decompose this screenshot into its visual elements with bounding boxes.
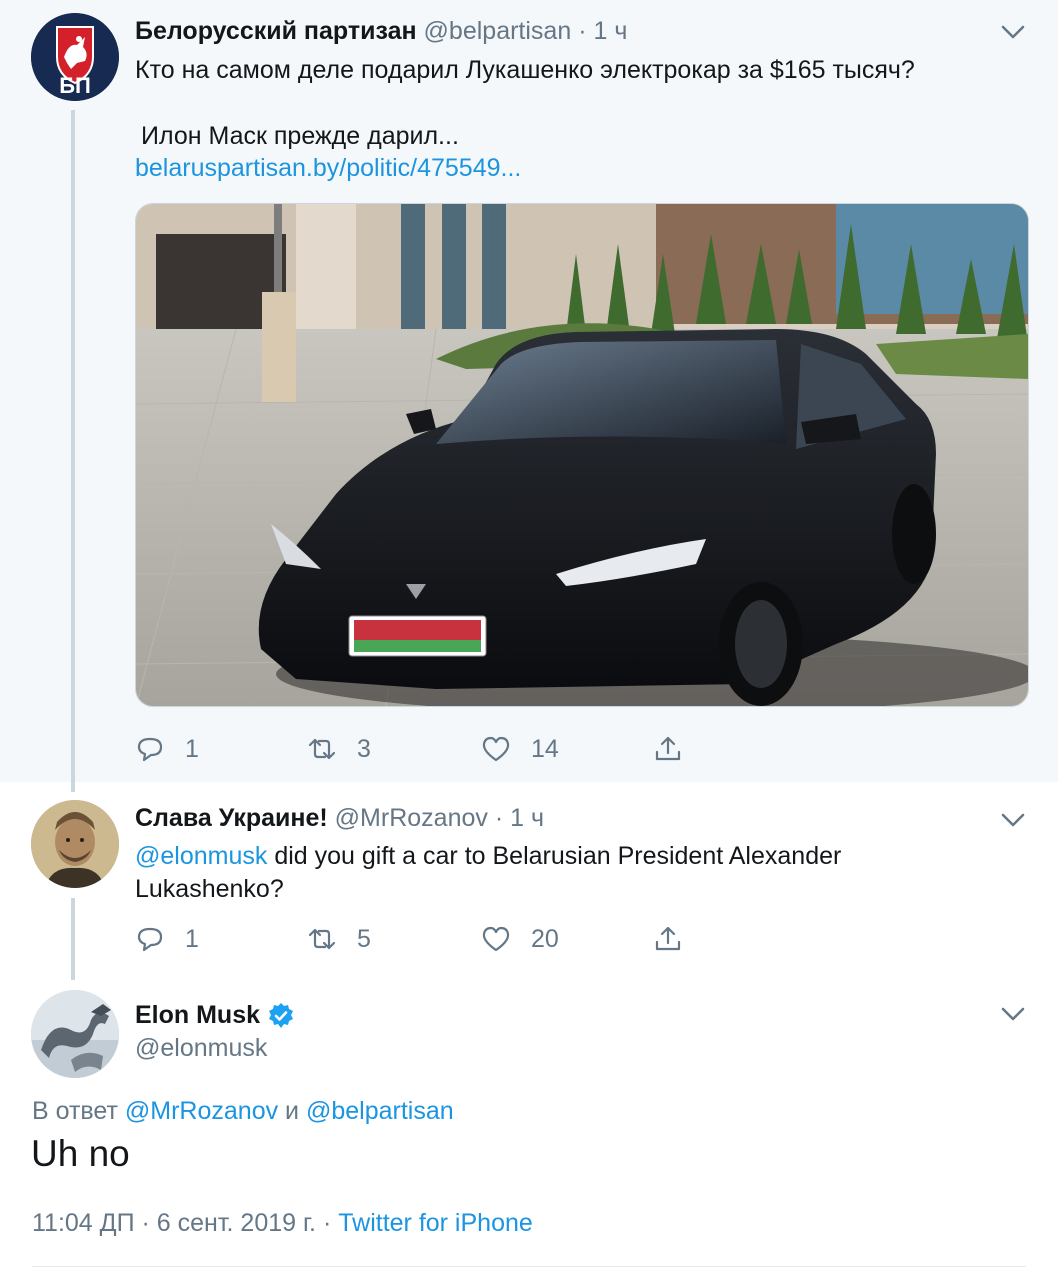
thread-line-2 [71,898,75,980]
retweet-button[interactable]: 5 [307,919,371,959]
reply-prefix: В ответ [32,1097,125,1125]
reply-context: В ответ @MrRozanov и @belpartisan [32,1097,454,1126]
tweet2-header: Слава Украине! @MrRozanov · 1 ч [135,804,544,833]
like-count: 14 [531,734,559,763]
tweet1-actions: 1 3 14 [135,729,695,769]
tweet-time[interactable]: 11:04 ДП [32,1209,135,1237]
author-handle[interactable]: @MrRozanov [335,804,488,832]
tweet1-text-line2: Илон Маск прежде дарил... [141,122,459,150]
like-button[interactable]: 14 [481,729,559,769]
avatar-mrrozanov[interactable] [31,800,119,888]
reply-count: 1 [185,924,199,953]
car-photo [136,204,1028,706]
retweet-button[interactable]: 3 [307,729,371,769]
tweet3-meta: 11:04 ДП · 6 сент. 2019 г. · Twitter for… [32,1209,533,1238]
reply-mention-belpartisan[interactable]: @belpartisan [306,1097,454,1125]
separator-dot: · [494,804,504,832]
tweet3-header: Elon Musk [135,1001,295,1030]
author-handle[interactable]: @elonmusk [135,1034,267,1063]
retweet-count: 5 [357,924,371,953]
tweet2-text-line1: @elonmusk did you gift a car to Belarusi… [135,839,841,873]
like-count: 20 [531,924,559,953]
author-name[interactable]: Слава Украине! [135,804,328,832]
reply-icon [137,927,163,952]
tweet-time[interactable]: 1 ч [593,17,627,45]
reply-and: и [278,1097,306,1125]
tweet1-text-line1: Кто на самом деле подарил Лукашенко элек… [135,56,915,84]
share-icon [655,926,681,951]
reply-icon [137,737,163,762]
divider [32,1266,1026,1267]
share-icon [655,736,681,761]
chevron-down-icon[interactable] [998,808,1028,832]
avatar-belpartisan-text: БП [59,73,91,98]
tweet3-text: Uh no [31,1133,130,1174]
tweet1-link[interactable]: belaruspartisan.by/politic/475549... [135,151,521,185]
tweet2-actions: 1 5 20 [135,919,695,959]
tweet1-header: Белорусский партизан @belpartisan · 1 ч [135,17,627,46]
reply-count: 1 [185,734,199,763]
separator-dot: · [322,1209,332,1237]
separator-dot: · [578,17,587,45]
tweet-time[interactable]: 1 ч [510,804,544,832]
chevron-down-icon[interactable] [998,1002,1028,1026]
tweet2-text: did you gift a car to Belarusian Preside… [267,842,842,870]
retweet-icon [308,738,336,760]
portrait-avatar-image [31,800,119,888]
avatar-elonmusk[interactable] [31,990,119,1078]
tweet-source[interactable]: Twitter for iPhone [338,1209,533,1237]
mention-elonmusk[interactable]: @elonmusk [135,842,267,870]
reply-mention-mrrozanov[interactable]: @MrRozanov [125,1097,278,1125]
author-handle[interactable]: @belpartisan [424,17,572,45]
dragon-sculpture-avatar-image [31,990,119,1078]
author-name[interactable]: Белорусский партизан [135,17,417,45]
avatar-belpartisan[interactable]: БП [31,13,119,101]
tweet1-media-image[interactable] [135,203,1029,707]
tweet-date[interactable]: 6 сент. 2019 г. [157,1209,316,1237]
share-button[interactable] [653,919,703,959]
retweet-count: 3 [357,734,371,763]
tweet2-text-line2: Lukashenko? [135,875,284,903]
like-button[interactable]: 20 [481,919,559,959]
like-icon [482,926,510,952]
thread-line-1 [71,110,75,792]
verified-badge-icon [269,1002,294,1028]
separator-dot: · [141,1209,150,1237]
chevron-down-icon[interactable] [998,20,1028,44]
share-button[interactable] [653,729,703,769]
reply-button[interactable]: 1 [135,729,199,769]
author-name[interactable]: Elon Musk [135,1001,260,1030]
like-icon [482,736,510,762]
retweet-icon [308,928,336,950]
reply-button[interactable]: 1 [135,919,199,959]
